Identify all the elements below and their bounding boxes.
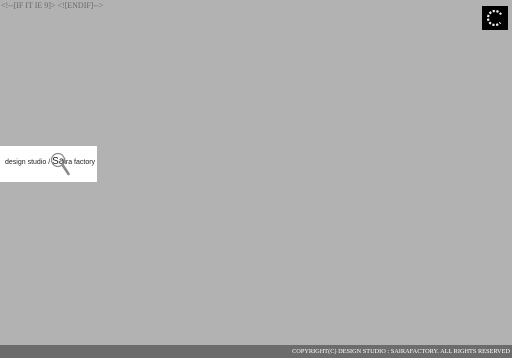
magnifier-icon [50, 152, 70, 176]
copyright-text: COPYRIGHT(C) DESIGN STUDIO : SAIRAFACTOR… [292, 348, 510, 355]
spinner-icon [486, 9, 504, 27]
stray-comment-text: <!--[IF IT IE 9]> <![ENDIF]--> [1, 1, 104, 10]
loading-spinner [482, 6, 508, 30]
footer: COPYRIGHT(C) DESIGN STUDIO : SAIRAFACTOR… [0, 345, 512, 358]
logo-prefix: design studio / [5, 159, 53, 166]
